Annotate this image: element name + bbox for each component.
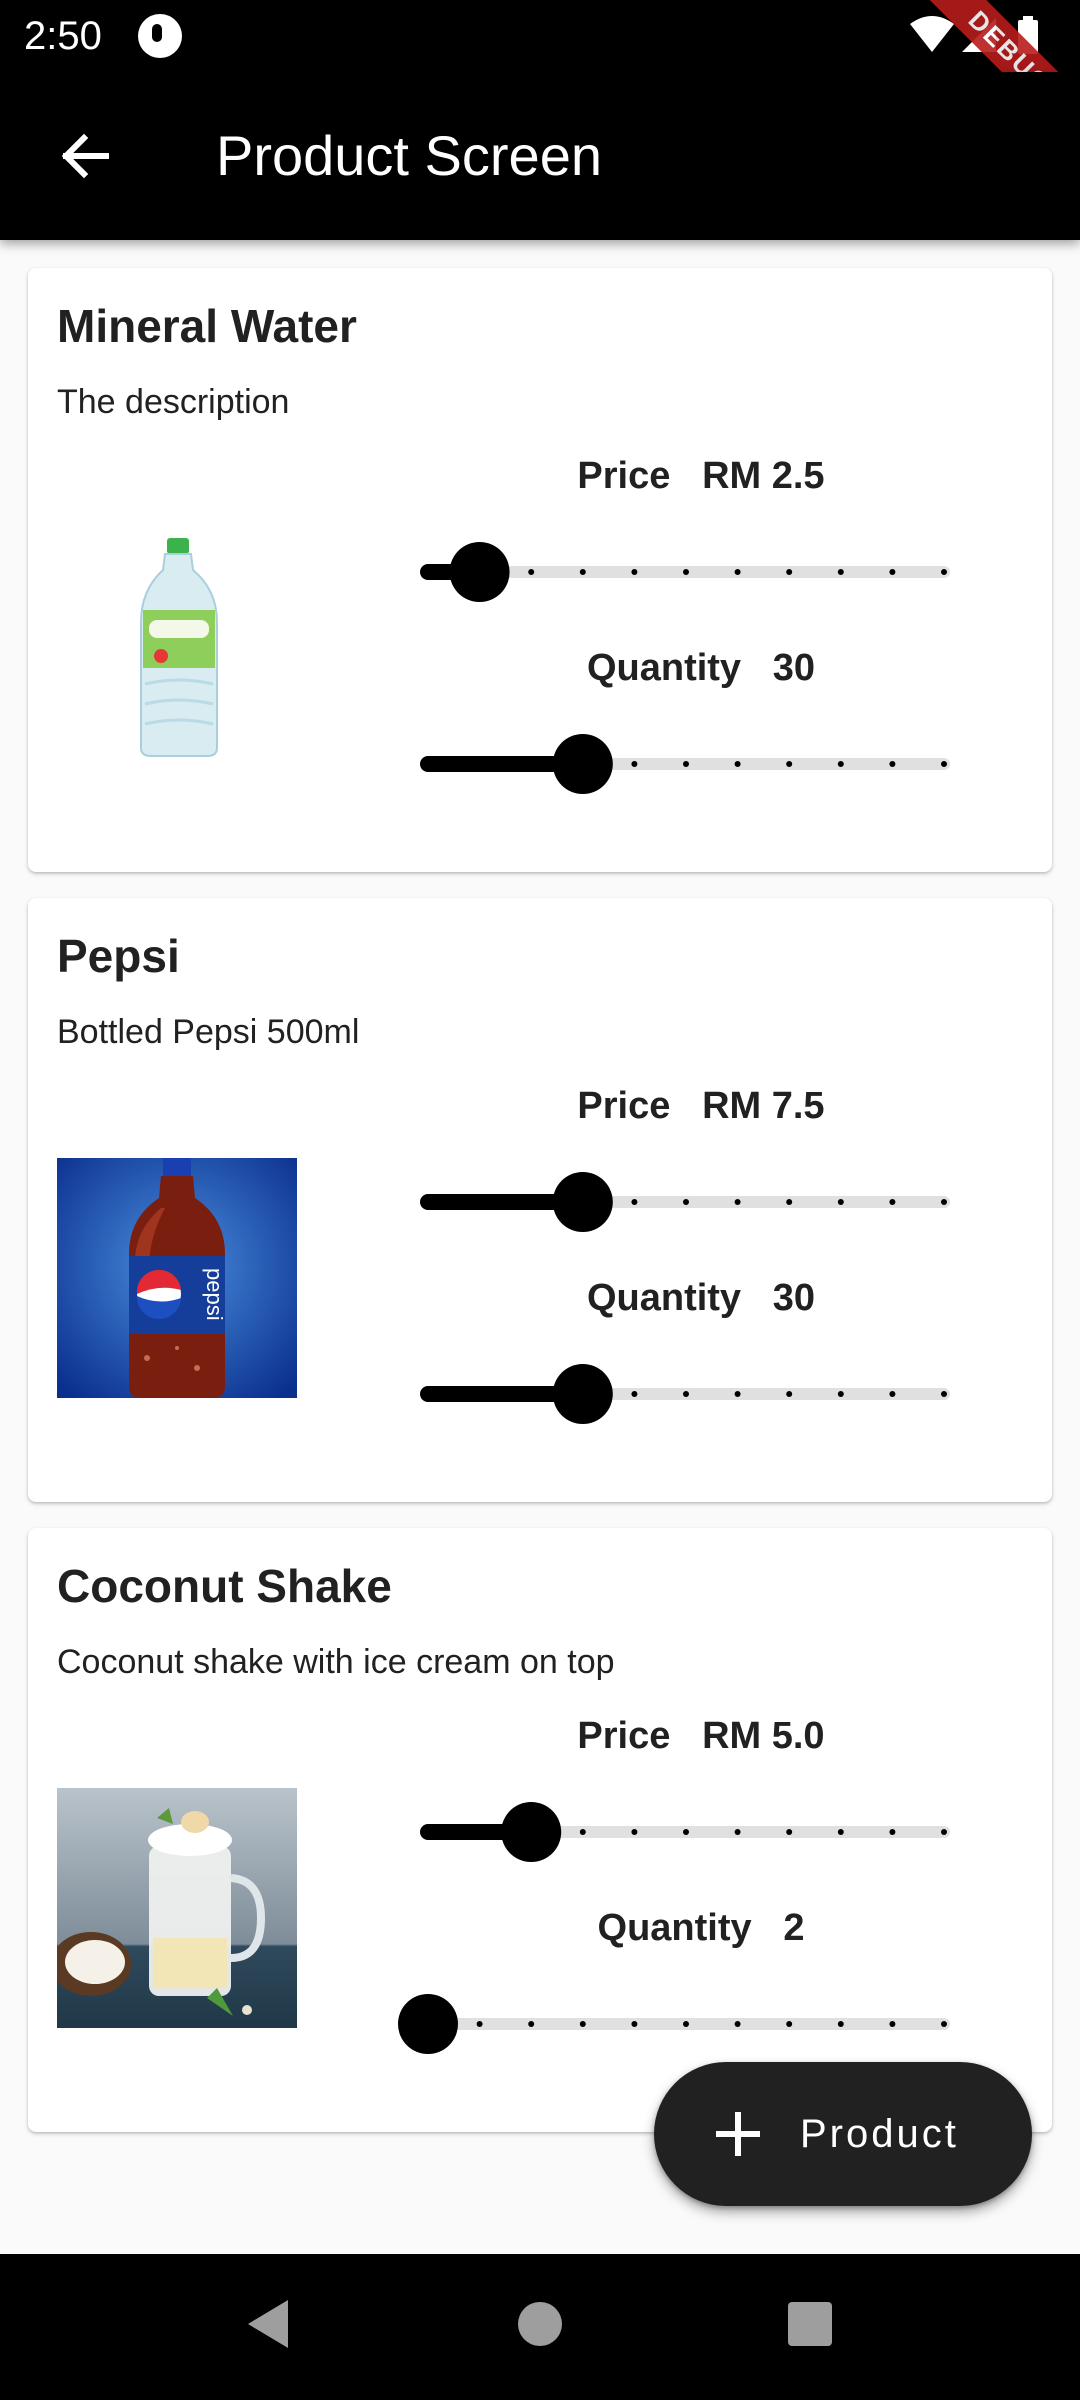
slider-tick xyxy=(734,2021,741,2027)
slider-tick xyxy=(941,1199,947,1205)
status-bar: 2:50 DEBUG xyxy=(0,0,1080,159)
slider-tick xyxy=(683,1199,689,1205)
price-label: Price RM 5.0 xyxy=(577,1715,825,1757)
slider-tick xyxy=(683,2021,689,2027)
slider-tick xyxy=(941,761,947,767)
slider-tick xyxy=(786,569,793,575)
page-title: Product Screen xyxy=(216,124,602,187)
add-product-label: Product xyxy=(800,2112,959,2156)
slider-thumb[interactable] xyxy=(449,542,510,602)
price-slider[interactable] xyxy=(398,1802,974,1862)
slider-tick xyxy=(683,761,689,767)
price-label: Price RM 2.5 xyxy=(577,455,825,497)
slider-tick xyxy=(579,1829,586,1835)
slider-tick xyxy=(786,761,793,767)
slider-thumb[interactable] xyxy=(552,1364,613,1424)
slider-tick xyxy=(631,1829,638,1835)
slider-tick xyxy=(528,569,535,575)
product-name: Pepsi xyxy=(57,930,180,982)
slider-tick xyxy=(786,2021,793,2027)
svg-text:pepsi: pepsi xyxy=(202,1268,227,1321)
slider-tick xyxy=(579,569,586,575)
slider-tick xyxy=(683,1829,689,1835)
slider-tick xyxy=(786,1391,793,1397)
product-image xyxy=(57,1788,297,2028)
slider-tick xyxy=(683,1391,689,1397)
slider-tick xyxy=(579,2021,586,2027)
product-description: Bottled Pepsi 500ml xyxy=(57,1013,360,1051)
price-slider[interactable] xyxy=(398,542,974,602)
slider-tick xyxy=(528,2021,535,2027)
slider-tick xyxy=(837,761,844,767)
nav-recents-icon[interactable] xyxy=(780,2294,840,2354)
quantity-label: Quantity 2 xyxy=(597,1907,805,1949)
price-label: Price RM 7.5 xyxy=(577,1085,825,1127)
slider-thumb[interactable] xyxy=(552,734,613,794)
slider-tick xyxy=(941,1829,947,1835)
slider-tick xyxy=(734,1199,741,1205)
product-description: The description xyxy=(57,383,290,421)
nav-back-icon[interactable] xyxy=(240,2294,300,2354)
slider-tick xyxy=(734,761,741,767)
plus-icon xyxy=(716,2112,760,2156)
slider-tick xyxy=(837,1391,844,1397)
slider-thumb[interactable] xyxy=(501,1802,562,1862)
product-image: pepsi xyxy=(57,1158,297,1398)
slider-tick xyxy=(734,1829,741,1835)
arrow-back-icon xyxy=(61,133,109,179)
product-card: Pepsi Bottled Pepsi 500ml pepsi Price RM xyxy=(28,898,1052,1502)
slider-tick xyxy=(837,2021,844,2027)
wifi-icon xyxy=(910,16,954,52)
quantity-slider[interactable] xyxy=(398,1364,974,1424)
price-slider[interactable] xyxy=(398,1172,974,1232)
product-card: Mineral Water The description Price RM 2… xyxy=(28,268,1052,872)
slider-tick xyxy=(941,1391,947,1397)
slider-thumb[interactable] xyxy=(398,1994,458,2054)
slider-tick xyxy=(734,569,741,575)
quantity-label: Quantity 30 xyxy=(586,1277,816,1319)
slider-tick xyxy=(837,1199,844,1205)
slider-tick xyxy=(631,2021,638,2027)
notification-icon xyxy=(138,14,182,58)
navigation-bar xyxy=(0,2254,1080,2400)
status-time: 2:50 xyxy=(24,14,102,58)
product-card: Coconut Shake Coconut shake with ice cre… xyxy=(28,1528,1052,2132)
nav-home-icon[interactable] xyxy=(510,2294,570,2354)
slider-tick xyxy=(889,2021,896,2027)
slider-tick xyxy=(631,569,638,575)
slider-tick xyxy=(837,569,844,575)
slider-tick xyxy=(941,2021,947,2027)
quantity-label: Quantity 30 xyxy=(586,647,816,689)
quantity-slider[interactable] xyxy=(398,1994,974,2054)
slider-tick xyxy=(941,569,947,575)
slider-tick xyxy=(889,1199,896,1205)
slider-tick xyxy=(889,1829,896,1835)
slider-tick xyxy=(889,1391,896,1397)
slider-tick xyxy=(889,761,896,767)
product-name: Mineral Water xyxy=(57,300,357,352)
slider-thumb[interactable] xyxy=(552,1172,613,1232)
pepsi-bottle-image: pepsi xyxy=(57,1158,297,1398)
slider-tick xyxy=(476,2021,483,2027)
app-bar: Product Screen xyxy=(0,72,1080,240)
mineral-water-bottle-image xyxy=(57,534,297,774)
slider-tick xyxy=(734,1391,741,1397)
slider-tick xyxy=(683,569,689,575)
coconut-shake-image xyxy=(57,1788,297,2028)
slider-tick xyxy=(837,1829,844,1835)
back-button[interactable] xyxy=(40,112,128,200)
slider-tick xyxy=(631,1391,638,1397)
product-description: Coconut shake with ice cream on top xyxy=(57,1643,615,1681)
add-product-button[interactable]: Product xyxy=(654,2062,1032,2206)
quantity-slider[interactable] xyxy=(398,734,974,794)
slider-tick xyxy=(631,1199,638,1205)
slider-tick xyxy=(631,761,638,767)
product-name: Coconut Shake xyxy=(57,1560,392,1612)
slider-tick xyxy=(786,1829,793,1835)
product-image xyxy=(57,534,297,774)
slider-tick xyxy=(889,569,896,575)
slider-tick xyxy=(786,1199,793,1205)
